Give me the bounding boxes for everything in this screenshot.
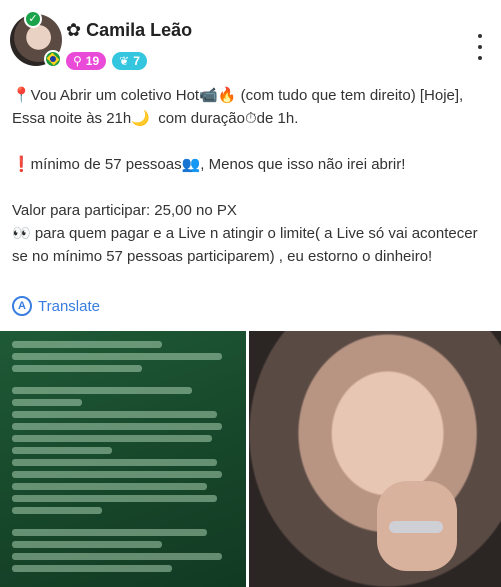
menu-dot (478, 45, 482, 49)
reputation-icon: ❦ (119, 54, 130, 68)
post-text-line-1: 📍Vou Abrir um coletivo Hot📹🔥 (com tudo q… (12, 87, 468, 127)
watch-shape (389, 521, 443, 533)
translate-label: Translate (38, 297, 100, 315)
author-badges: ⚲ 19 ❦ 7 (66, 52, 147, 70)
post-header: ✓ ✿ Camila Leão ⚲ 19 ❦ 7 (0, 0, 501, 80)
chat-screenshot-image[interactable] (0, 331, 246, 587)
reputation-badge: ❦ 7 (112, 52, 147, 70)
selfie-image[interactable] (249, 331, 501, 587)
post-body: 📍Vou Abrir um coletivo Hot📹🔥 (com tudo q… (12, 84, 492, 268)
level-badge: ⚲ 19 (66, 52, 107, 70)
avatar-wrap[interactable]: ✓ (10, 10, 62, 68)
level-value: 19 (85, 54, 100, 68)
more-vertical-icon[interactable] (470, 34, 490, 60)
translate-icon: A (12, 296, 32, 316)
brazil-flag-icon (44, 50, 62, 68)
post-text-line-3: Valor para participar: 25,00 no PX 👀 par… (12, 202, 478, 265)
translate-button[interactable]: A Translate (12, 296, 100, 316)
post-text-line-2: ❗mínimo de 57 pessoas👥, Menos que isso n… (12, 156, 406, 173)
level-icon: ⚲ (73, 54, 82, 68)
menu-dot (478, 56, 482, 60)
reputation-value: 7 (133, 54, 140, 68)
menu-dot (478, 34, 482, 38)
author-row[interactable]: ✿ Camila Leão (66, 20, 192, 41)
check-badge-icon: ✓ (24, 10, 42, 28)
author-name[interactable]: ✿ Camila Leão (66, 20, 192, 41)
